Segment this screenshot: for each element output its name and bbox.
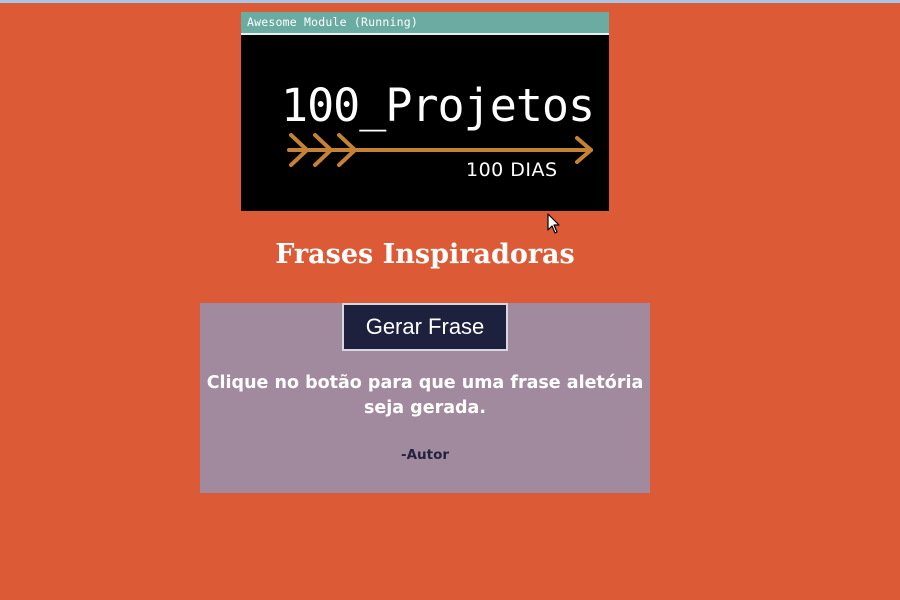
module-titlebar: Awesome Module (Running) <box>241 12 609 35</box>
module-logo-canvas: 100_Projetos 100 DIAS <box>241 35 609 211</box>
module-window: Awesome Module (Running) 100_Projetos 10… <box>241 12 609 211</box>
module-window-title: Awesome Module (Running) <box>247 15 418 29</box>
logo-subtitle: 100 DIAS <box>466 159 558 181</box>
quote-card: Gerar Frase Clique no botão para que uma… <box>200 303 650 493</box>
mouse-cursor-icon <box>547 213 560 234</box>
generate-quote-button[interactable]: Gerar Frase <box>342 303 508 351</box>
page-title: Frases Inspiradoras <box>275 239 575 270</box>
quote-author: -Autor <box>400 447 450 463</box>
quote-text: Clique no botão para que uma frase aletó… <box>206 373 644 418</box>
window-top-border <box>0 0 900 3</box>
logo-title: 100_Projetos <box>281 79 595 132</box>
